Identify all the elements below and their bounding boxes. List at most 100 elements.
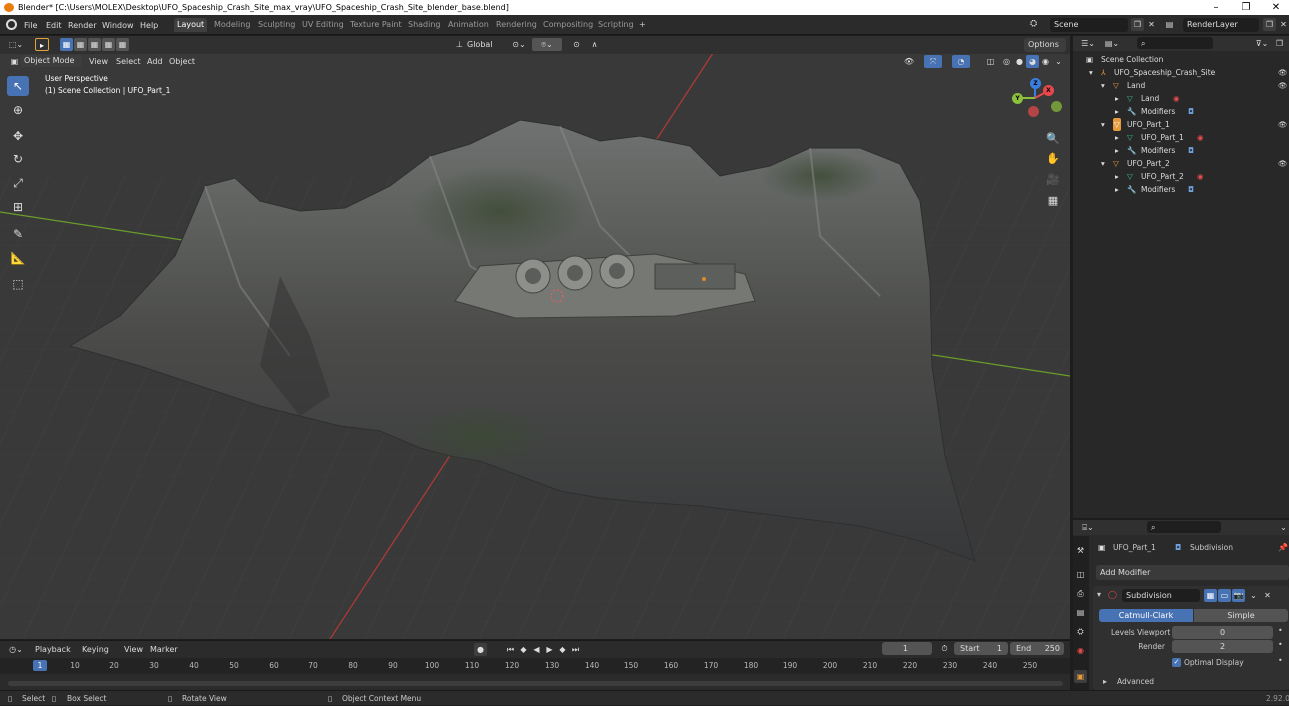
timeline-menu-marker[interactable]: Marker (150, 643, 178, 656)
keyframe-dot-icon[interactable]: • (1278, 640, 1283, 649)
remove-modifier-icon[interactable]: ✕ (1261, 589, 1274, 602)
tab-layout[interactable]: Layout (174, 18, 208, 32)
play-reverse-icon[interactable]: ◀ (530, 643, 543, 656)
current-frame-field[interactable]: 1 (882, 642, 932, 655)
catmull-clark-button[interactable]: Catmull-Clark (1099, 609, 1193, 622)
properties-editor-icon[interactable]: ⌸⌄ (1079, 521, 1097, 534)
visibility-eye-icon[interactable]: 👁 (1278, 118, 1288, 131)
tab-uv-editing[interactable]: UV Editing (299, 18, 347, 32)
expand-arrow-icon[interactable]: ▾ (1089, 66, 1093, 79)
visibility-eye-icon[interactable]: 👁 (1278, 79, 1288, 92)
scene-selector[interactable]: Scene (1050, 18, 1128, 32)
proportional-edit-icon[interactable]: ⊙ (570, 38, 583, 51)
select-mode-intersect-icon[interactable]: ▦ (116, 38, 129, 51)
new-view-layer-icon[interactable]: ❐ (1263, 18, 1276, 31)
tab-texture-paint[interactable]: Texture Paint (347, 18, 405, 32)
expand-arrow-icon[interactable]: ▾ (1101, 157, 1105, 170)
tab-animation[interactable]: Animation (445, 18, 492, 32)
tab-modeling[interactable]: Modeling (211, 18, 253, 32)
pin-icon[interactable]: 📌 (1278, 543, 1288, 552)
select-mode-subtract-icon[interactable]: ▦ (88, 38, 101, 51)
outliner-row-land-modifiers[interactable]: ▸ 🔧 Modifiers ◘ (1073, 105, 1289, 118)
annotate-tool-icon[interactable]: ✎ (7, 224, 29, 244)
transform-orientation-select[interactable]: Global (467, 38, 493, 51)
outliner-row-ufo-part-1[interactable]: ▾ ▽ UFO_Part_1 👁 (1073, 118, 1289, 131)
close-button[interactable]: ✕ (1260, 0, 1289, 15)
outliner-row-ufo-part-2[interactable]: ▾ ▽ UFO_Part_2 👁 (1073, 157, 1289, 170)
modifier-name-input[interactable]: Subdivision (1122, 589, 1200, 602)
outliner-row-ufo-part-1-mesh[interactable]: ▸ ▽ UFO_Part_1 ◉ (1073, 131, 1289, 144)
options-dropdown[interactable]: Options (1024, 38, 1066, 52)
render-levels-field[interactable]: 2 (1172, 640, 1273, 653)
visibility-eye-icon[interactable]: 👁 (1278, 157, 1288, 170)
properties-search-input[interactable]: ⌕ (1147, 521, 1221, 533)
timeline-menu-keying[interactable]: Keying (82, 643, 109, 656)
restore-button[interactable]: ❐ (1230, 0, 1262, 15)
play-icon[interactable]: ▶ (543, 643, 556, 656)
expand-arrow-icon[interactable]: ▸ (1115, 144, 1119, 157)
move-tool-icon[interactable]: ✥ (7, 126, 29, 146)
select-mode-invert-icon[interactable]: ▦ (102, 38, 115, 51)
select-mode-new-icon[interactable]: ▦ (60, 38, 73, 51)
world-tab-icon[interactable]: ◉ (1074, 644, 1087, 657)
record-keyframe-icon[interactable]: ● (474, 643, 487, 656)
minimize-button[interactable]: – (1200, 0, 1232, 15)
zoom-view-icon[interactable]: 🔍 (1044, 130, 1062, 148)
visibility-icon[interactable]: 👁 (900, 55, 918, 68)
view-layer-selector[interactable]: RenderLayer (1183, 18, 1259, 32)
tab-scripting[interactable]: Scripting (595, 18, 637, 32)
snap-icon[interactable]: ⌾⌄ (532, 38, 562, 51)
pan-view-icon[interactable]: ✋ (1044, 150, 1062, 168)
orthographic-toggle-icon[interactable]: ▦ (1044, 192, 1062, 210)
rotate-tool-icon[interactable]: ↻ (7, 149, 29, 169)
collapse-arrow-icon[interactable]: ▾ (1097, 590, 1101, 599)
gizmo-neg-y-axis[interactable] (1051, 101, 1062, 112)
measure-tool-icon[interactable]: 📐 (7, 248, 29, 268)
menu-help[interactable]: Help (140, 19, 158, 32)
timeline-menu-view[interactable]: View (124, 643, 143, 656)
jump-end-icon[interactable]: ⏭ (569, 643, 582, 656)
menu-window[interactable]: Window (102, 19, 134, 32)
gizmo-neg-x-axis[interactable] (1028, 106, 1039, 117)
viewport-display-toggle-icon[interactable]: ▭ (1218, 589, 1231, 602)
tab-sculpting[interactable]: Sculpting (255, 18, 298, 32)
delete-view-layer-icon[interactable]: ✕ (1277, 18, 1289, 31)
outliner-search-input[interactable]: ⌕ (1137, 37, 1213, 49)
outliner-row-ufo-part-2-modifiers[interactable]: ▸ 🔧 Modifiers ◘ (1073, 183, 1289, 196)
object-tab-icon[interactable]: ▣ (1074, 670, 1087, 683)
timeline-scrollbar[interactable] (8, 681, 1063, 686)
outliner-row-land-mesh[interactable]: ▸ ▽ Land ◉ (1073, 92, 1289, 105)
material-shading-icon[interactable]: ◕ (1026, 55, 1039, 68)
transform-tool-icon[interactable]: ⊞ (7, 197, 29, 217)
scene-tab-icon[interactable]: ⛭ (1074, 625, 1087, 638)
outliner-row-ufo-part-2-mesh[interactable]: ▸ ▽ UFO_Part_2 ◉ (1073, 170, 1289, 183)
outliner-row-scene-collection[interactable]: ▣ Scene Collection (1073, 53, 1289, 66)
gizmo-toggle-icon[interactable]: ⤧ (924, 55, 942, 68)
select-box-tool-icon[interactable]: ↖ (7, 76, 29, 96)
advanced-section-label[interactable]: Advanced (1117, 677, 1154, 686)
tab-rendering[interactable]: Rendering (493, 18, 540, 32)
falloff-icon[interactable]: ∧ (588, 38, 601, 51)
gizmo-x-axis[interactable]: X (1043, 85, 1054, 96)
render-toggle-icon[interactable]: 📷 (1232, 589, 1245, 602)
preview-range-icon[interactable]: ⏱ (938, 642, 951, 655)
cursor-tool-icon[interactable]: ⊕ (7, 100, 29, 120)
add-modifier-dropdown[interactable]: Add Modifier (1096, 565, 1289, 580)
new-collection-icon[interactable]: ❐ (1273, 37, 1286, 50)
tab-compositing[interactable]: Compositing (540, 18, 596, 32)
jump-start-icon[interactable]: ⏮ (504, 643, 517, 656)
next-keyframe-icon[interactable]: ◆ (556, 643, 569, 656)
filter-icon[interactable]: ⊽⌄ (1253, 37, 1271, 50)
expand-arrow-icon[interactable]: ▸ (1115, 92, 1119, 105)
advanced-arrow-icon[interactable]: ▸ (1103, 677, 1107, 686)
menu-file[interactable]: File (24, 19, 37, 32)
select-tool-icon[interactable]: ▸ (35, 38, 49, 51)
viewport-menu-object[interactable]: Object (169, 55, 195, 68)
expand-arrow-icon[interactable]: ▸ (1115, 183, 1119, 196)
render-tab-icon[interactable]: ◫ (1074, 568, 1087, 581)
new-scene-icon[interactable]: ❐ (1131, 18, 1144, 31)
object-mode-select[interactable]: Object Mode (20, 55, 82, 67)
timeline-ruler[interactable]: 1 10 20 30 40 50 60 70 80 90 100 110 120… (0, 658, 1070, 674)
menu-edit[interactable]: Edit (46, 19, 62, 32)
pivot-point-icon[interactable]: ⊙⌄ (510, 38, 528, 51)
